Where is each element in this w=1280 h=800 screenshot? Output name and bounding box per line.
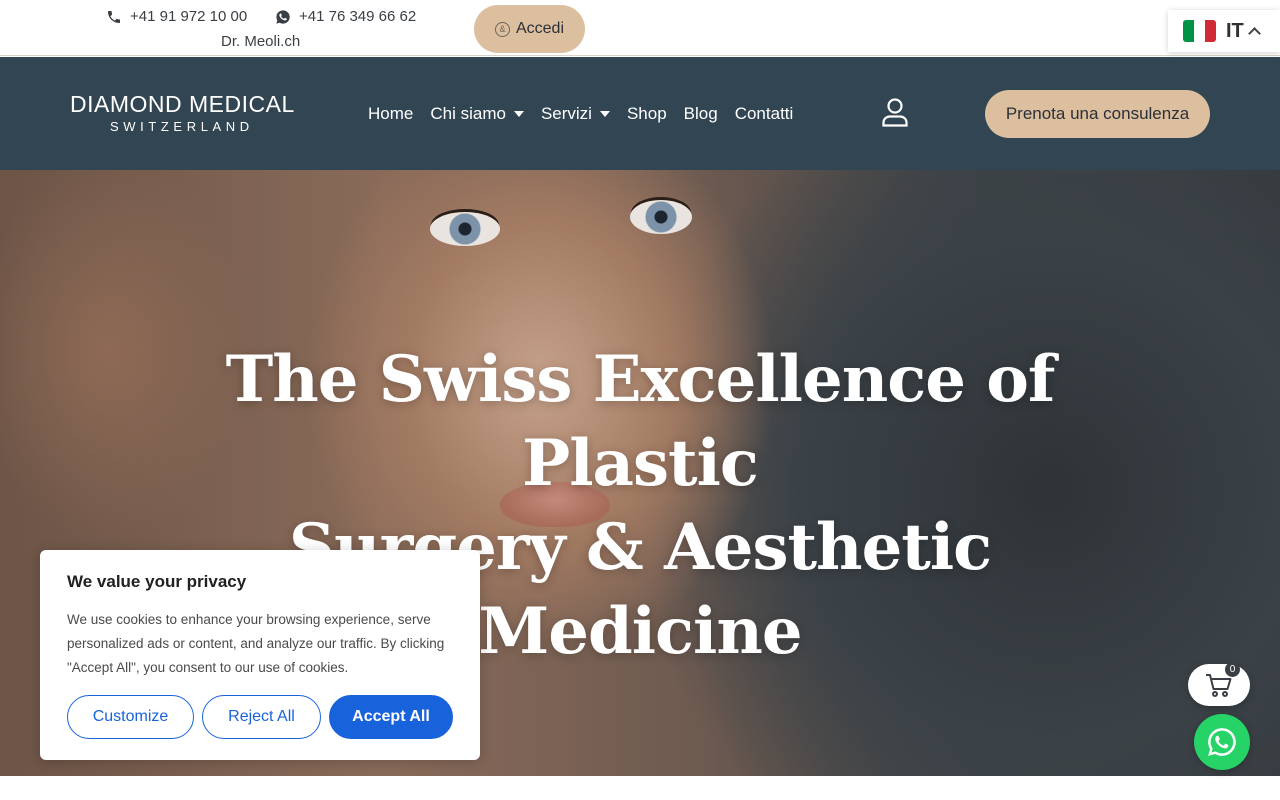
site-logo[interactable]: DIAMOND MEDICAL SWITZERLAND — [70, 91, 295, 134]
user-icon[interactable] — [881, 97, 909, 127]
nav-item-label: Home — [368, 104, 414, 123]
hero-image-eye-left — [430, 212, 500, 246]
phone-icon — [108, 10, 120, 23]
nav-item-shop[interactable]: Shop — [627, 104, 667, 124]
cart-button[interactable]: 0 — [1188, 662, 1250, 706]
logo-main-text: DIAMOND MEDICAL — [70, 91, 295, 117]
caret-down-icon — [599, 111, 610, 117]
login-label: Accedi — [515, 20, 565, 37]
nav-item-label: Blog — [683, 104, 718, 123]
whatsapp-icon — [1208, 728, 1236, 756]
nav-item-home[interactable]: Home — [368, 104, 413, 124]
flag-stripe-green — [1183, 20, 1194, 42]
nav-item-contatti[interactable]: Contatti — [735, 104, 794, 124]
login-icon: & — [494, 21, 510, 37]
nav-item-label: Servizi — [540, 104, 592, 123]
nav-item-servizi[interactable]: Servizi — [541, 104, 610, 124]
language-code: IT — [1226, 19, 1244, 42]
caret-down-icon — [513, 111, 524, 117]
main-navigation: DIAMOND MEDICAL SWITZERLAND Home Chi sia… — [0, 57, 1280, 170]
login-button[interactable]: & Accedi — [474, 5, 585, 53]
nav-item-chi-siamo[interactable]: Chi siamo — [430, 104, 524, 124]
hero-image-eye-right — [630, 200, 692, 234]
phone-contact[interactable]: +41 91 972 10 00 — [106, 8, 247, 25]
nav-item-label: Contatti — [734, 104, 794, 123]
flag-stripe-red — [1205, 20, 1216, 42]
accept-all-button[interactable]: Accept All — [329, 695, 453, 739]
language-switcher[interactable]: IT — [1168, 10, 1280, 52]
nav-menu: Home Chi siamo Servizi Shop Blog Contatt… — [368, 104, 793, 124]
chevron-up-icon — [1247, 27, 1261, 40]
nav-item-label: Shop — [626, 104, 667, 123]
cookie-actions: Customize Reject All Accept All — [67, 695, 453, 739]
phone-number: +41 91 972 10 00 — [130, 8, 248, 25]
whatsapp-number: +41 76 349 66 62 — [299, 8, 417, 25]
cart-count-badge: 0 — [1225, 662, 1240, 677]
whatsapp-small-icon — [276, 9, 290, 24]
nav-item-blog[interactable]: Blog — [684, 104, 718, 124]
logo-sub-text: SWITZERLAND — [110, 119, 254, 134]
cookie-title: We value your privacy — [67, 572, 247, 591]
whatsapp-contact[interactable]: +41 76 349 66 62 — [275, 8, 416, 25]
topbar-subtitle: Dr. Meoli.ch — [221, 33, 301, 50]
nav-item-label: Chi siamo — [430, 104, 506, 123]
cookie-description: We use cookies to enhance your browsing … — [67, 612, 445, 675]
whatsapp-chat-button[interactable] — [1194, 714, 1250, 770]
reject-all-button[interactable]: Reject All — [202, 695, 321, 739]
cookie-consent-banner: We value your privacy We use cookies to … — [40, 550, 480, 760]
flag-stripe-white — [1194, 20, 1205, 42]
customize-button[interactable]: Customize — [67, 695, 194, 739]
italy-flag-icon — [1183, 20, 1216, 42]
top-bar: +41 91 972 10 00 +41 76 349 66 62 Dr. Me… — [0, 0, 1280, 56]
hero-title-line-1: The Swiss Excellence of Plastic — [225, 342, 1056, 501]
book-consultation-button[interactable]: Prenota una consulenza — [985, 90, 1210, 138]
